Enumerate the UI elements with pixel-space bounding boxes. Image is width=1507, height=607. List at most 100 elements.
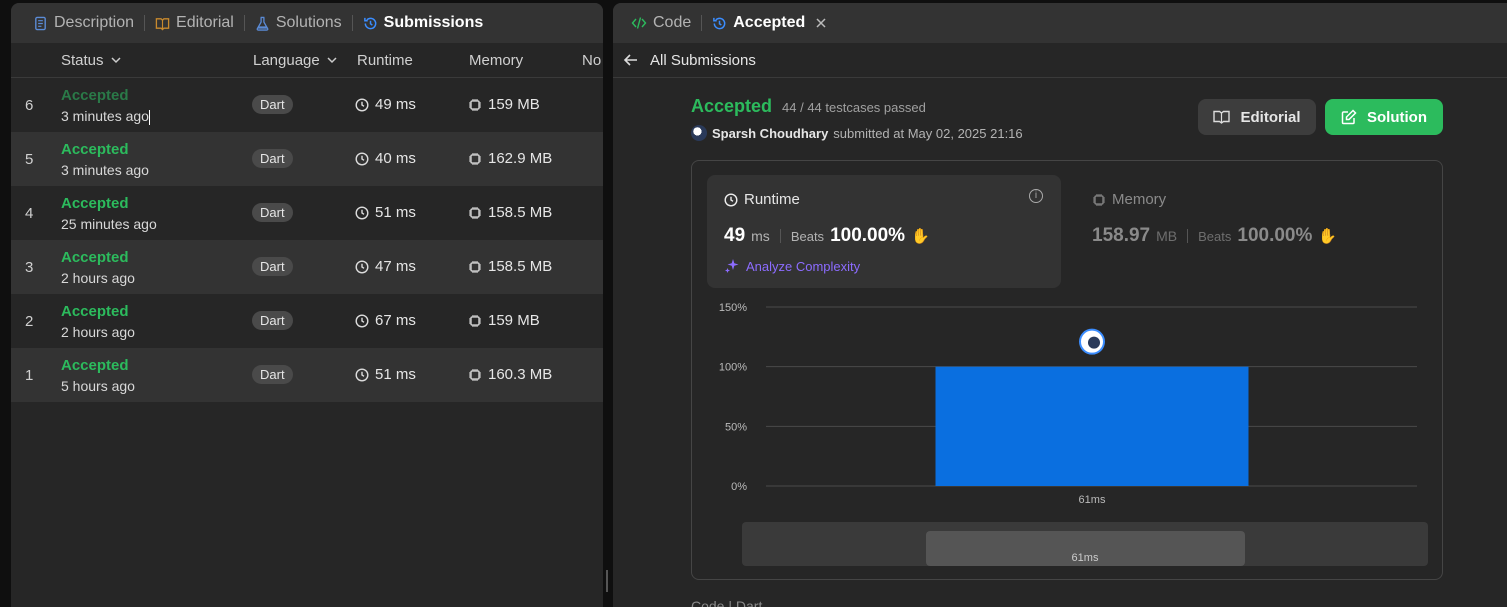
- language-column-header[interactable]: Language: [253, 52, 338, 69]
- clap-icon: ✋: [1318, 228, 1338, 245]
- clap-icon: ✋: [911, 228, 930, 245]
- tab-submissions[interactable]: Submissions: [353, 3, 494, 43]
- memory-stat: 158.97 MB Beats 100.00% ✋: [1092, 225, 1337, 247]
- submission-time: 5 hours ago: [61, 378, 135, 394]
- runtime-value: 51 ms: [355, 204, 416, 221]
- runtime-stat-value: 49: [724, 225, 746, 246]
- tab-code[interactable]: Code: [621, 3, 701, 43]
- submission-status[interactable]: Accepted: [61, 87, 129, 104]
- memory-label: Memory: [1112, 191, 1167, 208]
- chip-icon: [469, 314, 481, 327]
- submission-number: 3: [25, 259, 34, 276]
- table-row[interactable]: 6 Accepted 3 minutes ago Dart 49 ms 159 …: [11, 78, 603, 132]
- submission-status[interactable]: Accepted: [61, 195, 129, 212]
- table-row[interactable]: 3 Accepted 2 hours ago Dart 47 ms 158.5 …: [11, 240, 603, 294]
- clock-icon: [355, 259, 369, 274]
- table-row[interactable]: 2 Accepted 2 hours ago Dart 67 ms 159 MB: [11, 294, 603, 348]
- language-badge: Dart: [252, 95, 293, 114]
- submission-time: 3 minutes ago: [61, 108, 150, 125]
- memory-value: 160.3 MB: [468, 366, 552, 383]
- runtime-distribution-chart: 0% 50% 100% 150% 61ms 61ms: [692, 291, 1444, 581]
- username[interactable]: Sparsh Choudhary: [712, 126, 828, 141]
- memory-value: 159 MB: [468, 96, 540, 113]
- memory-beats-value: 100.00%: [1237, 225, 1313, 246]
- submission-time: 25 minutes ago: [61, 216, 157, 232]
- language-badge: Dart: [252, 311, 293, 330]
- all-submissions-link[interactable]: All Submissions: [613, 43, 1507, 78]
- code-icon: [631, 17, 647, 29]
- arrow-left-icon: [623, 54, 637, 66]
- runtime-value: 40 ms: [355, 150, 416, 167]
- submission-status[interactable]: Accepted: [61, 357, 129, 374]
- runtime-stats-box[interactable]: Runtime i 49 ms Beats 100.00% ✋ Analyze …: [707, 175, 1061, 288]
- chevron-down-icon: [327, 57, 337, 64]
- submission-number: 2: [25, 313, 34, 330]
- language-badge: Dart: [252, 257, 293, 276]
- beats-label: Beats: [790, 229, 825, 244]
- clock-icon: [355, 97, 369, 112]
- book-icon: [155, 17, 170, 31]
- status-header-label: Status: [61, 51, 104, 69]
- result-header: Accepted 44 / 44 testcases passed: [691, 96, 926, 117]
- submission-time: 2 hours ago: [61, 324, 135, 340]
- solution-button[interactable]: Solution: [1325, 99, 1443, 135]
- runtime-stat-unit: ms: [751, 228, 770, 244]
- info-icon[interactable]: i: [1029, 189, 1043, 203]
- back-label: All Submissions: [650, 51, 756, 69]
- submission-detail-panel: Code Accepted All Submissions Accepted 4…: [613, 3, 1507, 607]
- table-row[interactable]: 4 Accepted 25 minutes ago Dart 51 ms 158…: [11, 186, 603, 240]
- right-tabbar: Code Accepted: [613, 3, 1507, 43]
- tab-accepted[interactable]: Accepted: [702, 3, 837, 43]
- submission-status[interactable]: Accepted: [61, 249, 129, 266]
- memory-stat-unit: MB: [1156, 228, 1178, 244]
- analyze-complexity-link[interactable]: Analyze Complexity: [724, 258, 860, 274]
- submission-status[interactable]: Accepted: [61, 303, 129, 320]
- status-column-header[interactable]: Status: [61, 52, 122, 69]
- flask-icon: [256, 16, 269, 31]
- y-tick-label: 50%: [725, 421, 747, 433]
- table-row[interactable]: 1 Accepted 5 hours ago Dart 51 ms 160.3 …: [11, 348, 603, 402]
- memory-heading: Memory: [1092, 191, 1166, 208]
- table-header: Status Language Runtime Memory No: [11, 43, 603, 78]
- clock-icon: [724, 192, 738, 207]
- submission-time: 3 minutes ago: [61, 162, 149, 178]
- memory-stat-value: 158.97: [1092, 225, 1151, 246]
- tab-solutions[interactable]: Solutions: [245, 3, 352, 43]
- runtime-column-header: Runtime: [357, 52, 413, 69]
- runtime-stat: 49 ms Beats 100.00% ✋: [724, 225, 930, 247]
- edit-icon: [1341, 109, 1357, 125]
- editorial-button[interactable]: Editorial: [1198, 99, 1316, 135]
- runtime-header-label: Runtime: [357, 51, 413, 69]
- memory-column-header: Memory: [469, 52, 523, 69]
- tab-description[interactable]: Description: [23, 3, 144, 43]
- beats-label: Beats: [1198, 229, 1232, 244]
- language-badge: Dart: [252, 149, 293, 168]
- runtime-value: 51 ms: [355, 366, 416, 383]
- runtime-beats-value: 100.00%: [830, 225, 906, 246]
- chart-svg: 0% 50% 100% 150% 61ms 61ms: [719, 302, 1428, 566]
- stat-separator: [779, 229, 781, 243]
- submission-time: 2 hours ago: [61, 270, 135, 286]
- table-row[interactable]: 5 Accepted 3 minutes ago Dart 40 ms 162.…: [11, 132, 603, 186]
- avatar[interactable]: [691, 125, 707, 141]
- chip-icon: [469, 152, 481, 165]
- runtime-value: 67 ms: [355, 312, 416, 329]
- history-icon: [363, 17, 377, 29]
- sparkle-icon: [725, 259, 739, 273]
- y-tick-label: 150%: [719, 302, 747, 314]
- user-marker-avatar-inner: [1088, 336, 1100, 349]
- code-language-footer: Code | Dart: [691, 598, 763, 607]
- testcases-passed: 44 / 44 testcases passed: [782, 100, 926, 115]
- close-icon[interactable]: [815, 17, 827, 29]
- chip-icon: [1093, 193, 1105, 206]
- panel-resize-handle[interactable]: [606, 570, 608, 592]
- runtime-heading: Runtime: [724, 191, 800, 208]
- y-tick-label: 0%: [731, 481, 747, 493]
- tab-solutions-label: Solutions: [275, 14, 342, 31]
- language-badge: Dart: [252, 203, 293, 222]
- document-icon: [35, 16, 46, 30]
- tab-editorial[interactable]: Editorial: [145, 3, 244, 43]
- runtime-label: Runtime: [744, 191, 800, 208]
- language-badge: Dart: [252, 365, 293, 384]
- submission-status[interactable]: Accepted: [61, 141, 129, 158]
